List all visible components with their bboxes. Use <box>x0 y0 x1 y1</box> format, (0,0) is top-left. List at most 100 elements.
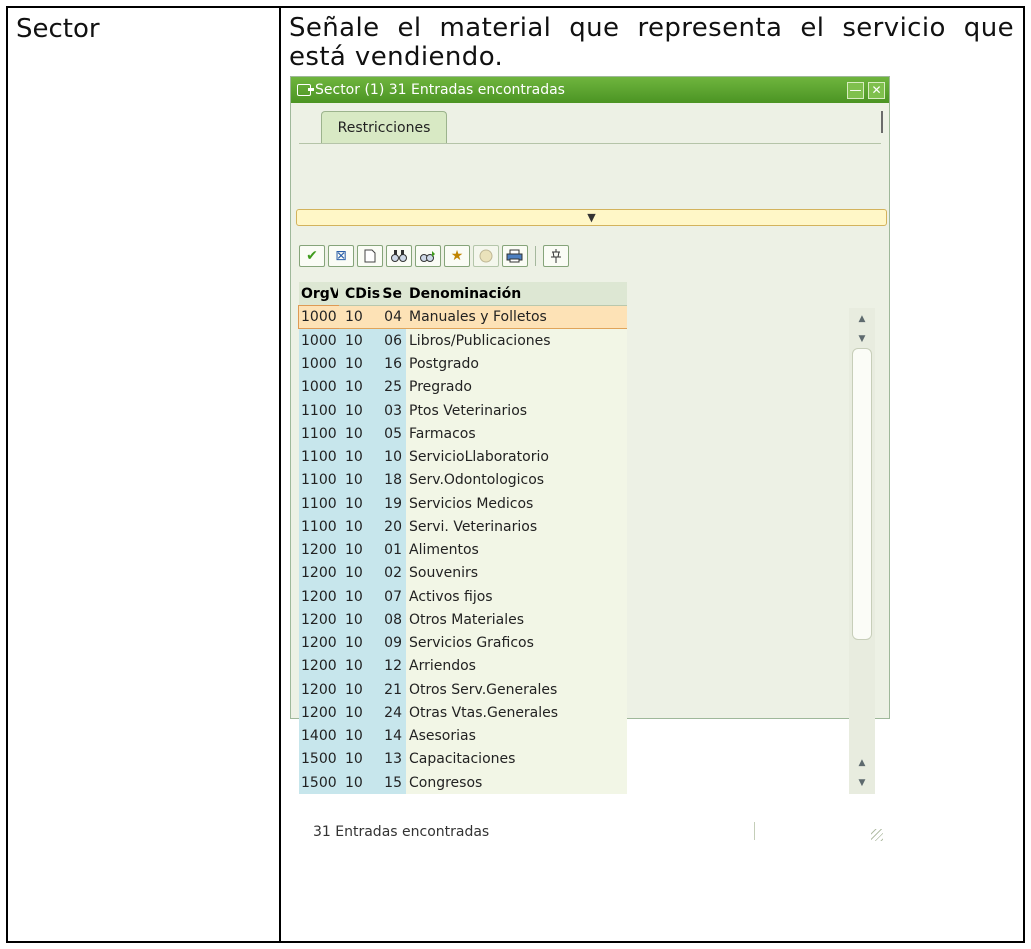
tab-restricciones[interactable]: Restricciones <box>321 111 447 143</box>
cell-denominacion: Servicios Graficos <box>406 631 627 655</box>
cell-se: 12 <box>384 654 406 678</box>
cell-se: 09 <box>384 631 406 655</box>
cell-se: 13 <box>384 747 406 771</box>
column-header-denominacion[interactable]: Denominación <box>406 282 627 305</box>
cancel-icon[interactable]: ⊠ <box>328 245 354 267</box>
find-icon[interactable] <box>386 245 412 267</box>
table-row[interactable]: 1200 10 08 Otros Materiales <box>299 608 627 632</box>
print-icon[interactable] <box>502 245 528 267</box>
cell-se: 02 <box>384 561 406 585</box>
cell-denominacion: Serv.Odontologicos <box>406 468 627 492</box>
window-menu-icon[interactable] <box>297 84 314 96</box>
new-page-icon[interactable] <box>357 245 383 267</box>
cell-denominacion: Capacitaciones <box>406 747 627 771</box>
window-titlebar: Sector (1) 31 Entradas encontradas — ✕ <box>291 77 889 103</box>
column-header-orgvt[interactable]: OrgVt <box>299 282 347 305</box>
table-row[interactable]: 1100 10 10 ServicioLlaboratorio <box>299 445 627 469</box>
cell-denominacion: Asesorias <box>406 724 627 748</box>
cell-orgvt: 1100 <box>299 515 338 539</box>
table-row[interactable]: 1100 10 18 Serv.Odontologicos <box>299 468 627 492</box>
table-row[interactable]: 1000 10 25 Pregrado <box>299 375 627 399</box>
cell-orgvt: 1100 <box>299 422 338 446</box>
cell-denominacion: Otros Materiales <box>406 608 627 632</box>
sap-value-help-window: Sector (1) 31 Entradas encontradas — ✕ R… <box>290 76 890 841</box>
cell-cdis: 10 <box>338 701 384 725</box>
cell-orgvt: 1200 <box>299 654 338 678</box>
status-bar: 31 Entradas encontradas <box>299 820 887 844</box>
cell-cdis: 10 <box>338 422 384 446</box>
table-row[interactable]: 1100 10 03 Ptos Veterinarios <box>299 399 627 423</box>
table-row[interactable]: 1200 10 12 Arriendos <box>299 654 627 678</box>
toolbar-separator <box>535 246 536 266</box>
table-row[interactable]: 1500 10 13 Capacitaciones <box>299 747 627 771</box>
scroll-page-up-icon[interactable]: ▲ <box>852 754 872 772</box>
table-row[interactable]: 1500 10 15 Congresos <box>299 771 627 795</box>
cell-se: 08 <box>384 608 406 632</box>
check-icon[interactable]: ✔ <box>299 245 325 267</box>
scroll-down-icon[interactable]: ▼ <box>852 330 872 348</box>
cell-se: 25 <box>384 375 406 399</box>
scroll-up-icon[interactable]: ▲ <box>852 310 872 328</box>
cell-se: 21 <box>384 678 406 702</box>
cell-denominacion: Servicios Medicos <box>406 492 627 516</box>
table-row[interactable]: 1000 10 16 Postgrado <box>299 352 627 376</box>
pin-icon[interactable] <box>543 245 569 267</box>
cell-denominacion: ServicioLlaboratorio <box>406 445 627 469</box>
table-row[interactable]: 1100 10 19 Servicios Medicos <box>299 492 627 516</box>
table-row[interactable]: 1200 10 24 Otras Vtas.Generales <box>299 701 627 725</box>
tab-strip: Restricciones <box>291 103 889 145</box>
table-row[interactable]: 1200 10 07 Activos fijos <box>299 585 627 609</box>
toolbar: ✔ ⊠ ★ <box>299 244 569 268</box>
cell-cdis: 10 <box>338 771 384 795</box>
collapse-restrictions-bar[interactable]: ▼ <box>296 209 887 226</box>
table-row[interactable]: 1000 10 06 Libros/Publicaciones <box>299 329 627 353</box>
cell-orgvt: 1200 <box>299 561 338 585</box>
cell-cdis: 10 <box>338 654 384 678</box>
cell-denominacion: Servi. Veterinarios <box>406 515 627 539</box>
table-row[interactable]: 1100 10 20 Servi. Veterinarios <box>299 515 627 539</box>
cell-orgvt: 1100 <box>299 399 338 423</box>
cell-se: 16 <box>384 352 406 376</box>
scroll-page-down-icon[interactable]: ▼ <box>852 774 872 792</box>
table-row[interactable]: 1200 10 09 Servicios Graficos <box>299 631 627 655</box>
find-next-icon[interactable] <box>415 245 441 267</box>
column-header-se[interactable]: Se <box>382 282 406 305</box>
cell-cdis: 10 <box>338 585 384 609</box>
table-row[interactable]: 1200 10 21 Otros Serv.Generales <box>299 678 627 702</box>
column-header-cdis[interactable]: CDis <box>338 282 384 305</box>
cell-se: 04 <box>384 306 406 329</box>
vertical-scrollbar[interactable]: ▲ ▼ ▲ ▼ <box>849 308 875 794</box>
resize-grip-icon[interactable] <box>871 829 883 841</box>
table-row[interactable]: 1400 10 14 Asesorias <box>299 724 627 748</box>
cell-orgvt: 1000 <box>298 304 339 330</box>
cell-se: 20 <box>384 515 406 539</box>
table-row[interactable]: 1100 10 05 Farmacos <box>299 422 627 446</box>
cell-se: 19 <box>384 492 406 516</box>
tab-baseline <box>299 143 881 144</box>
results-grid: OrgVt CDis Se Denominación 1000 10 04 Manua… <box>298 282 627 795</box>
table-row[interactable]: 1200 10 02 Souvenirs <box>299 561 627 585</box>
cell-cdis: 10 <box>338 329 384 353</box>
cell-se: 10 <box>384 445 406 469</box>
scroll-track[interactable] <box>852 348 872 640</box>
table-row[interactable]: 1000 10 04 Manuales y Folletos <box>298 304 627 330</box>
cell-denominacion: Otros Serv.Generales <box>406 678 627 702</box>
cell-orgvt: 1200 <box>299 701 338 725</box>
cell-se: 18 <box>384 468 406 492</box>
cell-orgvt: 1500 <box>299 747 338 771</box>
help-icon[interactable] <box>473 245 499 267</box>
table-row[interactable]: 1200 10 01 Alimentos <box>299 538 627 562</box>
cell-cdis: 10 <box>338 538 384 562</box>
cell-se: 14 <box>384 724 406 748</box>
minimize-button[interactable]: — <box>847 81 864 99</box>
cell-denominacion: Postgrado <box>406 352 627 376</box>
favorites-icon[interactable]: ★ <box>444 245 470 267</box>
cell-orgvt: 1100 <box>299 445 338 469</box>
cell-denominacion: Ptos Veterinarios <box>406 399 627 423</box>
cell-orgvt: 1200 <box>299 678 338 702</box>
cell-orgvt: 1200 <box>299 608 338 632</box>
cell-cdis: 10 <box>338 561 384 585</box>
close-button[interactable]: ✕ <box>868 81 885 99</box>
cell-denominacion: Congresos <box>406 771 627 795</box>
column-divider <box>279 8 281 941</box>
